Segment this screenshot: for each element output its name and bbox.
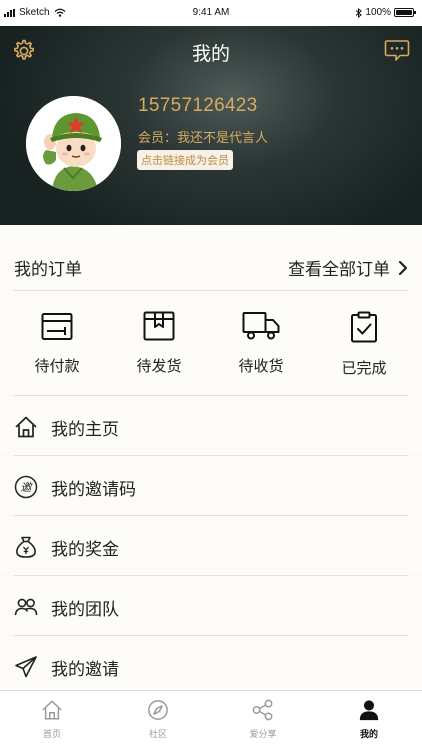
team-icon xyxy=(14,598,38,616)
order-state-pending-payment[interactable]: 待付款 xyxy=(12,311,102,376)
home-icon xyxy=(15,416,37,438)
menu-item-label: 我的主页 xyxy=(51,420,119,440)
soldier-avatar-icon xyxy=(26,96,121,191)
tab-label: 首页 xyxy=(42,730,61,740)
menu-item-my-invites[interactable]: 我的邀请 xyxy=(0,636,422,695)
phone-number: 15757126423 xyxy=(138,95,258,116)
status-bar: Sketch 9:41 AM 100% xyxy=(0,0,422,26)
orders-title: 我的订单 xyxy=(14,260,82,280)
tab-community[interactable]: 社区 xyxy=(128,699,188,740)
become-member-link[interactable]: 点击链接成为会员 xyxy=(137,150,233,170)
menu-item-bonus[interactable]: 我的奖金 xyxy=(0,516,422,575)
order-state-label: 待收货 xyxy=(238,357,284,375)
member-status: 会员：我还不是代言人 xyxy=(138,131,269,146)
money-bag-icon xyxy=(16,536,36,558)
user-icon xyxy=(359,700,379,721)
invite-code-glyph: 邀 xyxy=(21,481,34,494)
chevron-right-icon xyxy=(398,260,408,275)
tab-label: 社区 xyxy=(148,730,167,740)
battery-icon xyxy=(394,8,416,17)
bluetooth-icon xyxy=(356,7,363,18)
menu-item-label: 我的邀请码 xyxy=(51,480,136,500)
tab-home[interactable]: 首页 xyxy=(22,699,82,740)
order-state-to-ship[interactable]: 待发货 xyxy=(114,311,204,376)
status-right: 100% xyxy=(355,7,416,18)
invite-code-icon: 邀 xyxy=(14,475,38,499)
bottom-tab-bar: 首页 社区 爱分享 我的 xyxy=(0,690,422,750)
menu-item-invite-code[interactable]: 邀 我的邀请码 xyxy=(0,456,422,515)
avatar[interactable] xyxy=(26,96,121,191)
order-state-completed[interactable]: 已完成 xyxy=(319,311,409,378)
compass-icon xyxy=(148,700,168,720)
truck-icon xyxy=(242,312,280,340)
tab-mine[interactable]: 我的 xyxy=(339,699,399,740)
message-icon[interactable] xyxy=(384,39,410,63)
orders-section-header: 我的订单 查看全部订单 xyxy=(0,225,422,290)
tab-label: 爱分享 xyxy=(249,730,277,740)
menu-item-homepage[interactable]: 我的主页 xyxy=(0,396,422,455)
wallet-icon xyxy=(41,313,73,340)
menu-item-label: 我的邀请 xyxy=(51,660,119,680)
paper-plane-icon xyxy=(15,656,37,678)
share-icon xyxy=(252,699,273,721)
order-state-to-receive[interactable]: 待收货 xyxy=(216,311,306,376)
view-all-orders-link[interactable]: 查看全部订单 xyxy=(288,255,408,280)
menu-item-label: 我的奖金 xyxy=(51,540,119,560)
package-icon xyxy=(143,311,175,341)
battery-percent: 100% xyxy=(365,7,391,18)
order-state-label: 待付款 xyxy=(34,357,80,375)
view-all-orders-label: 查看全部订单 xyxy=(288,260,390,280)
home-icon xyxy=(42,700,62,720)
page-title: 我的 xyxy=(191,43,230,65)
tab-label: 我的 xyxy=(359,730,378,740)
tab-share[interactable]: 爱分享 xyxy=(233,699,293,740)
order-state-label: 已完成 xyxy=(341,359,387,377)
clipboard-check-icon xyxy=(351,311,377,343)
profile-header: 我的 15757126423 会员：我还不是代言人 点击链接成为会员 xyxy=(0,26,422,225)
menu-item-team[interactable]: 我的团队 xyxy=(0,576,422,635)
menu-item-label: 我的团队 xyxy=(51,600,119,620)
order-state-label: 待发货 xyxy=(136,357,182,375)
order-status-row: 待付款 待发货 待收货 已完成 xyxy=(0,291,422,395)
